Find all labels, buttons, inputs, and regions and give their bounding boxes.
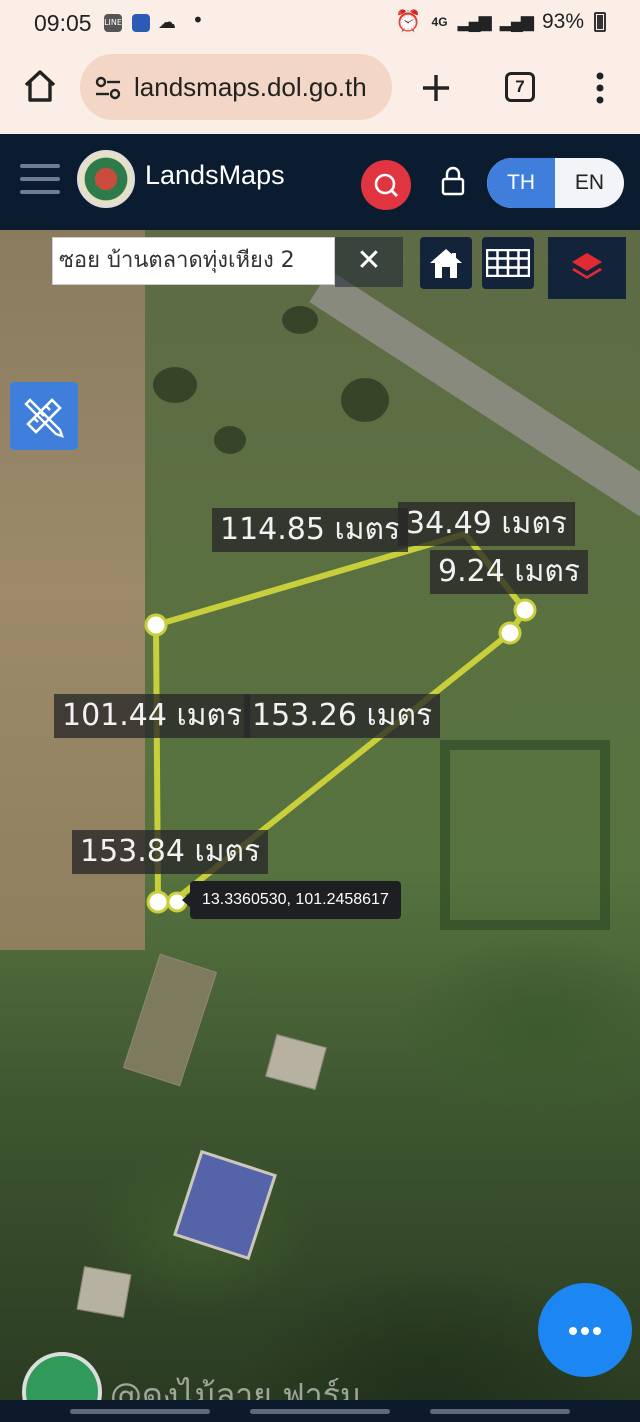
more-actions-fab[interactable] (538, 1283, 632, 1377)
tab-switcher-button[interactable]: 7 (505, 72, 535, 102)
system-nav-bar (0, 1400, 640, 1422)
app-title: LandsMaps (145, 160, 285, 190)
line-notification-icon: LINE (104, 14, 122, 32)
measure-label-5: 153.26 เมตร (244, 694, 441, 738)
lang-th-button[interactable]: TH (487, 158, 555, 208)
nav-handle-1[interactable] (70, 1409, 210, 1414)
search-button[interactable] (361, 160, 411, 210)
grid-view-button[interactable] (482, 237, 534, 289)
signal-icon-2: ▂▄▆ (499, 12, 534, 31)
layers-button[interactable] (548, 237, 626, 299)
app-header: LandsMaps TH EN (0, 134, 640, 230)
layers-icon (572, 253, 602, 279)
search-icon (374, 173, 398, 197)
ruler-pencil-icon (24, 398, 64, 438)
measure-label-2: 34.49 เมตร (398, 502, 576, 546)
measurement-overlay (144, 306, 537, 914)
lang-en-button[interactable]: EN (555, 158, 624, 208)
alarm-icon: ⏰ (395, 10, 422, 33)
map-view[interactable]: 114.85 เมตร 34.49 เมตร 9.24 เมตร 101.44 … (0, 230, 640, 1400)
measure-label-6: 153.84 เมตร (72, 830, 269, 874)
coordinate-tooltip: 13.3360530, 101.2458617 (182, 881, 401, 919)
app-notification-icon (132, 14, 150, 32)
status-bar: 09:05 LINE ☁ • ⏰ 4G ▂▄▆ ▂▄▆ 93% (0, 0, 640, 46)
location-search-input[interactable]: ซอย บ้านตลาดทุ่งเหียง 2 (52, 237, 335, 285)
new-tab-icon[interactable] (420, 72, 452, 104)
department-logo (77, 150, 135, 208)
lock-icon[interactable] (440, 166, 466, 196)
measure-tool-button[interactable] (10, 382, 78, 450)
home-view-button[interactable] (420, 237, 472, 289)
cloud-icon: ☁ (158, 12, 176, 33)
language-toggle[interactable]: TH EN (487, 158, 624, 208)
signal-icon: ▂▄▆ (457, 12, 492, 31)
measure-label-3: 9.24 เมตร (430, 550, 588, 594)
url-text[interactable]: landsmaps.dol.go.th (134, 72, 367, 103)
grid-icon (486, 249, 530, 277)
house-icon (430, 249, 462, 278)
battery-icon (594, 12, 606, 32)
more-options-icon[interactable] (592, 70, 608, 106)
browser-toolbar: landsmaps.dol.go.th 7 (0, 46, 640, 134)
network-label: 4G (431, 15, 448, 29)
measure-label-4: 101.44 เมตร (54, 694, 251, 738)
map-watermark: @ดงไม้ลาย ฟาร์ม (110, 1376, 361, 1400)
home-icon[interactable] (22, 68, 58, 104)
clear-search-button[interactable]: ✕ (335, 237, 403, 287)
menu-icon[interactable] (20, 164, 60, 196)
measure-label-1: 114.85 เมตร (212, 508, 409, 552)
nav-handle-2[interactable] (250, 1409, 390, 1414)
site-settings-icon[interactable] (94, 74, 122, 102)
dot-icon: • (192, 8, 204, 32)
nav-handle-3[interactable] (430, 1409, 570, 1414)
battery-percent: 93% (541, 10, 584, 33)
status-time: 09:05 (34, 10, 92, 36)
tree-shadows (153, 306, 389, 454)
